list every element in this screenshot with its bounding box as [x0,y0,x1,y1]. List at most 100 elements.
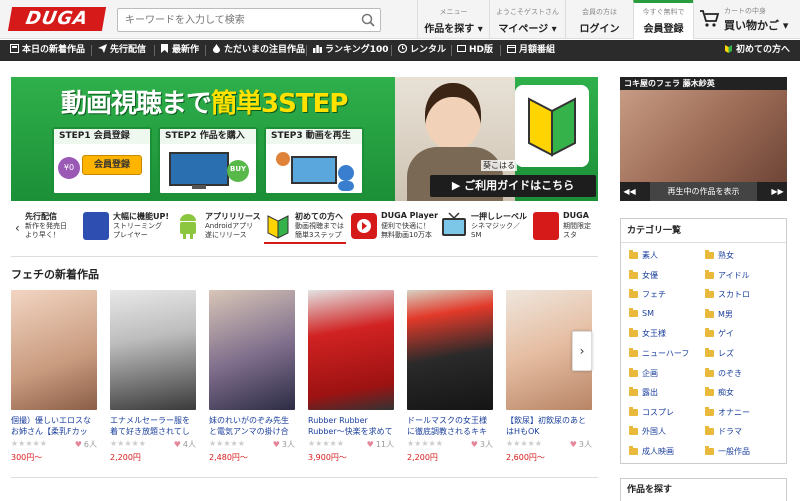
folder-icon [629,250,638,259]
promo-limited[interactable]: DUGA 期間限定 スタ [533,210,598,246]
sample-video-player[interactable] [620,90,787,182]
register-button[interactable]: 会員登録 [82,155,142,175]
promo-streaming[interactable]: 大幅に機能UP! ストリーミング プレイヤー [83,210,175,246]
promo-duga-player[interactable]: DUGA Player 便利で快適に！ 無料動画10万本 [351,210,439,246]
previous-icon[interactable]: ◀◀ [620,182,639,201]
promo-label-desc: シネマジック／ SM [471,222,520,239]
folder-icon [705,446,714,455]
chevron-right-icon[interactable]: › [572,331,592,371]
category-link[interactable]: SM [629,307,654,318]
menu-monthly-label: 月額番組 [519,45,556,55]
sample-video-title[interactable]: コキ屋のフェラ 藤木紗英 [620,77,787,90]
category-link[interactable]: 熟女 [705,250,734,261]
user-guide-button[interactable]: ▶ ご利用ガイドはこちら [430,175,596,197]
nav-login[interactable]: 会員の方は ログイン [565,0,633,39]
category-link[interactable]: レズ [705,348,734,359]
category-link[interactable]: ゲイ [705,328,734,339]
beginner-mark-icon [515,85,589,167]
model-name: 葵こはる [481,160,517,171]
category-link[interactable]: オナニー [705,406,750,418]
like-count-value: 6人 [83,440,97,449]
category-label: 熟女 [718,251,734,260]
folder-icon [629,446,638,455]
product-title[interactable]: エナメルセーラー服を着て好き放題されてし [110,415,196,437]
nav-mypage[interactable]: ようこそゲストさん マイページ ▾ [489,0,565,39]
like-count-value: 3人 [281,440,295,449]
product-title[interactable]: 【飲尿】初飲尿のあとはHもOK [506,415,592,437]
product-card[interactable]: 妹のれいがのぞみ先生と電気アンマの掛け合 ★★★★★ ♥ 3人 2,480円〜 [209,290,295,463]
like-count-value: 4人 [182,440,196,449]
rating-stars: ★★★★★ ♥ 4人 [110,439,196,449]
category-link[interactable]: 企画 [629,367,658,379]
product-title[interactable]: 個撮）優しいエロスなお姉さん【柔乳Fカッ [11,415,97,437]
product-card[interactable]: 【飲尿】初飲尿のあとはHもOK ★★★★★ ♥ 3人 2,600円〜 [506,290,592,463]
beginner-mark-icon [267,215,289,239]
product-title[interactable]: Rubber Rubber Rubber〜快楽を求めてき [308,415,394,437]
step-1-card: STEP1 会員登録 ¥0 会員登録 [52,127,152,195]
category-link[interactable]: 露出 [629,387,658,398]
folder-icon [629,387,638,397]
category-link[interactable]: 女優 [629,269,658,281]
step-3-card: STEP3 動画を再生 [264,127,364,195]
category-link[interactable]: ニューハーフ [629,348,689,359]
promo-first-time[interactable]: 初めての方へ 動画視聴までは 簡単3ステップ [265,210,349,246]
nav-register[interactable]: 今すぐ無料で 会員登録 [633,0,693,39]
product-card[interactable]: 個撮）優しいエロスなお姉さん【柔乳Fカッ ★★★★★ ♥ 6人 300円〜 [11,290,97,463]
menu-ranking[interactable]: ランキング100 [313,40,389,61]
menu-latest[interactable]: 最新作 [160,40,199,61]
menu-featured[interactable]: ただいまの注目作品 [212,40,305,61]
menu-hd[interactable]: HD版 [457,40,493,61]
category-link[interactable]: 成人映画 [629,446,674,457]
product-thumbnail[interactable] [209,290,295,410]
product-thumbnail[interactable] [110,290,196,410]
menu-today-new[interactable]: 本日の新着作品 [10,40,85,61]
promo-android[interactable]: アプリリリース Androidアプリ 遂にリリース [175,210,265,246]
cart-icon [700,10,719,27]
duga-logo[interactable]: DUGA [7,7,107,31]
promo-advance[interactable]: 先行配信 新作を発売日 より早く！ [25,210,80,246]
category-link[interactable]: スカトロ [705,289,750,300]
category-link[interactable]: のぞき [705,367,742,379]
product-thumbnail[interactable] [308,290,394,410]
search-input[interactable] [118,9,348,31]
menu-monthly[interactable]: 月額番組 [507,40,555,61]
show-playing-button[interactable]: 再生中の作品を表示 [650,182,757,201]
promo-first-time-desc: 動画視聴までは 簡単3ステップ [295,222,344,239]
next-icon[interactable]: ▶▶ [768,182,787,201]
category-link[interactable]: アイドル [705,269,750,281]
folder-icon [629,328,638,338]
cart-button[interactable]: カートの中身 買い物かご ▾ [693,0,800,39]
cart-caption: カートの中身 [724,7,766,15]
product-thumbnail[interactable] [11,290,97,410]
category-menubar: 本日の新着作品 先行配信 最新作 ただいまの注目作品 ランキング100 レンタル… [0,40,800,61]
product-thumbnail[interactable] [407,290,493,410]
folder-icon [705,426,714,436]
three-step-banner[interactable]: 動画視聴まで簡単3STEP STEP1 会員登録 ¥0 会員登録 STEP2 作… [11,77,598,201]
product-title[interactable]: ドールマスクの女王様に徹底調教されるキキ [407,415,493,437]
beginner-icon [725,45,732,53]
nav-browse[interactable]: メニュー 作品を探す ▾ [417,0,489,39]
category-link[interactable]: 痴女 [705,387,734,398]
search-icon[interactable] [361,13,375,27]
category-link[interactable]: コスプレ [629,406,674,418]
category-link[interactable]: 一般作品 [705,446,750,457]
product-card[interactable]: Rubber Rubber Rubber〜快楽を求めてき ★★★★★♥11人 3… [308,290,394,463]
product-card[interactable]: エナメルセーラー服を着て好き放題されてし ★★★★★ ♥ 4人 2,200円 [110,290,196,463]
category-link[interactable]: M男 [705,308,733,320]
like-count: ♥ 3人 [273,439,295,450]
product-card[interactable]: ドールマスクの女王様に徹底調教されるキキ ★★★★★ ♥ 3人 2,200円 [407,290,493,463]
chevron-left-icon[interactable]: ‹ [15,221,20,235]
menu-rental[interactable]: レンタル [398,40,446,61]
tv-icon [442,212,466,236]
duga-player-icon [351,213,377,239]
category-link[interactable]: 女王様 [629,328,666,339]
category-label: 女王様 [642,329,666,339]
category-link[interactable]: ドラマ [705,426,742,437]
category-link[interactable]: フェチ [629,289,666,300]
menu-advance[interactable]: 先行配信 [98,40,146,61]
menu-first-time[interactable]: 初めての方へ [724,40,790,61]
promo-label[interactable]: 一押しレーベル シネマジック／ SM [441,210,531,246]
category-link[interactable]: 外国人 [629,426,666,437]
product-title[interactable]: 妹のれいがのぞみ先生と電気アンマの掛け合 [209,415,295,437]
category-link[interactable]: 素人 [629,250,658,261]
